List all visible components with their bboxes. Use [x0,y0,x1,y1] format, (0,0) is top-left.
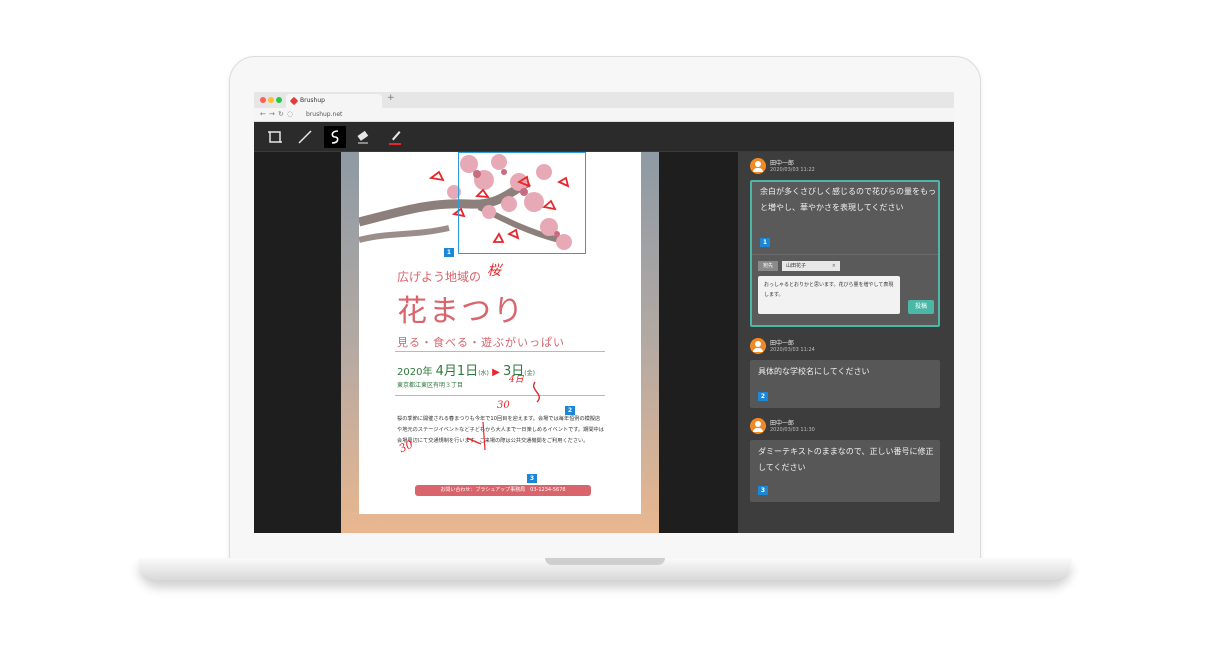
freehand-icon [331,130,339,144]
avatar-icon [750,338,766,354]
browser-tab[interactable]: Brushup [286,94,382,108]
comment-marker-1[interactable]: 1 [760,238,770,247]
new-tab-button[interactable]: + [387,93,395,103]
pen-color-tool[interactable] [384,126,406,148]
comment-author: 田中一郎 [770,420,795,427]
reply-to-label: 宛先 [758,261,778,271]
comment-card-1[interactable]: 余白が多くさびしく感じるので花びらの量をもっと増やし、華やかさを表現してください… [750,180,940,327]
line-icon [298,130,312,144]
avatar-icon [750,158,766,174]
comment-marker-3[interactable]: 3 [758,486,768,495]
app-screen: Brushup + ← → ↻ ◌ brushup.net 1 広げよう地域の … [254,92,954,533]
comment-card-2[interactable]: 具体的な学校名にしてください 2 [750,360,940,408]
post-button[interactable]: 投稿 [908,300,934,314]
reply-textarea[interactable]: おっしゃるとおりかと思います。花びら量を増やして表現します。 [758,276,900,314]
laptop-notch [545,558,665,565]
handwritten-strokes [466,381,540,451]
crop-square-icon [268,131,282,143]
comment-time: 2020/03/03 11:30 [770,427,815,433]
forward-arrow-icon[interactable]: → [269,110,275,118]
close-window-icon[interactable] [260,97,266,103]
annotation-marker-3[interactable]: 3 [527,474,537,483]
stage: Brushup + ← → ↻ ◌ brushup.net 1 広げよう地域の … [0,0,1208,662]
poster-artboard: 1 広げよう地域の 桜 花まつり 見る・食べる・遊ぶがいっぱい 2020年 4月… [341,152,659,533]
comment-card-3[interactable]: ダミーテキストのままなので、正しい番号に修正してください 3 [750,440,940,502]
brushup-logo-icon [289,96,299,106]
browser-tab-title: Brushup [300,97,325,104]
reply-recipient-row: 宛先 山田花子 × [758,260,932,272]
reply-divider [752,254,938,255]
drawing-toolbar [254,122,954,152]
comment-marker-2[interactable]: 2 [758,392,768,401]
recipient-chip[interactable]: 山田花子 × [782,261,840,271]
pen-color-icon [389,131,401,145]
comment-author: 田中一郎 [770,340,795,347]
url-field[interactable]: brushup.net [302,110,942,120]
browser-tab-bar: Brushup + [254,92,954,108]
comment-header-1: 田中一郎 2020/03/03 11:22 [750,156,940,178]
address-bar: ← → ↻ ◌ brushup.net [254,108,954,122]
comments-panel: 田中一郎 2020/03/03 11:22 余白が多くさびしく感じるので花びらの… [738,152,954,533]
reload-icon[interactable]: ↻ [278,110,284,118]
comment-text: 具体的な学校名にしてください [758,367,870,376]
comment-time: 2020/03/03 11:24 [770,347,815,353]
comment-header-3: 田中一郎 2020/03/03 11:30 [750,416,940,438]
shield-icon: ◌ [287,110,294,118]
poster-contact: お問い合わせ：ブラシュアップ事務局 03-1234-5678 [415,485,591,496]
comment-author: 田中一郎 [770,160,795,167]
comment-text: ダミーテキストのままなので、正しい番号に修正してください [758,447,934,472]
freehand-tool[interactable] [324,126,346,148]
maximize-window-icon[interactable] [276,97,282,103]
comment-text: 余白が多くさびしく感じるので花びらの量をもっと増やし、華やかさを表現してください [760,187,936,212]
eraser-tool[interactable] [352,126,374,148]
recipient-name: 山田花子 [786,263,807,269]
rectangle-tool[interactable] [264,126,286,148]
comment-header-2: 田中一郎 2020/03/03 11:24 [750,336,940,358]
back-arrow-icon[interactable]: ← [260,110,266,118]
line-tool[interactable] [294,126,316,148]
eraser-icon [357,130,369,144]
comment-time: 2020/03/03 11:22 [770,167,815,173]
design-canvas[interactable]: 1 広げよう地域の 桜 花まつり 見る・食べる・遊ぶがいっぱい 2020年 4月… [254,152,738,533]
minimize-window-icon[interactable] [268,97,274,103]
remove-recipient-icon[interactable]: × [832,261,836,271]
avatar-icon [750,418,766,434]
poster-page: 1 広げよう地域の 桜 花まつり 見る・食べる・遊ぶがいっぱい 2020年 4月… [359,152,641,514]
